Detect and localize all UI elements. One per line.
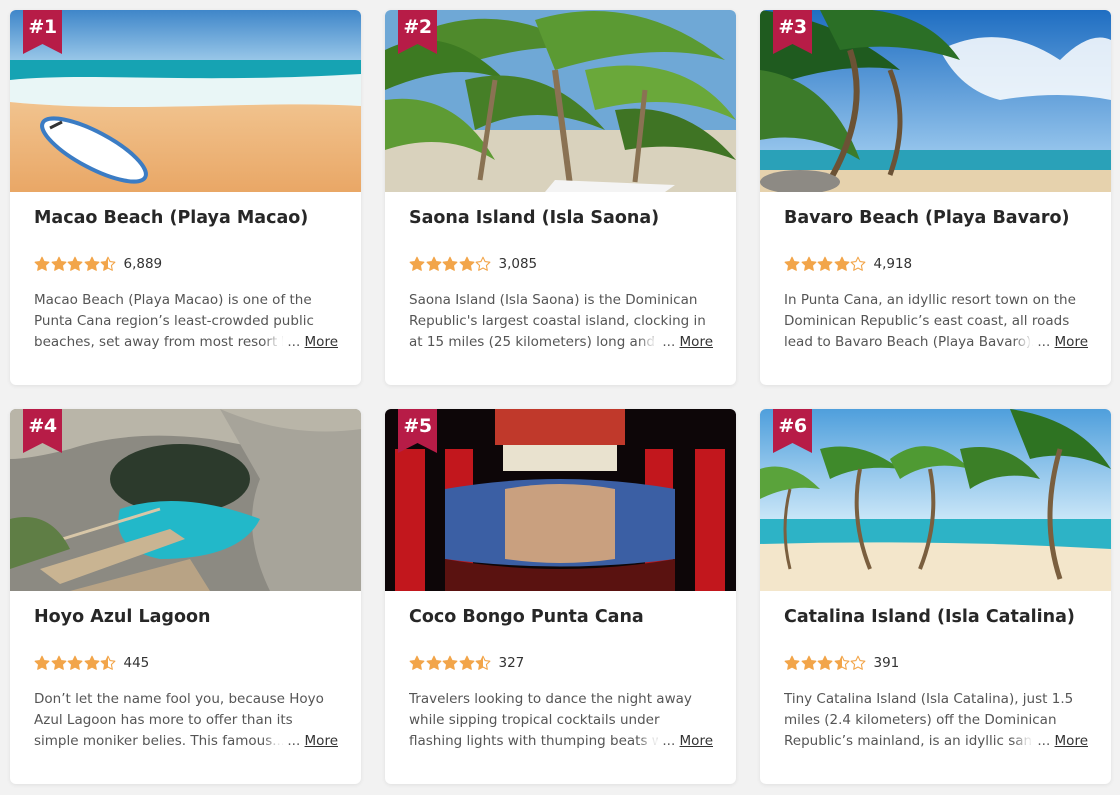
star-rating (34, 655, 117, 671)
more-link[interactable]: More (305, 334, 338, 350)
rating: 327 (409, 655, 524, 671)
star-full-icon (817, 655, 833, 670)
attraction-photo[interactable] (10, 10, 361, 192)
review-count: 4,918 (873, 256, 913, 272)
review-count: 445 (123, 655, 150, 671)
attraction-title[interactable]: Catalina Island (Isla Catalina) (784, 607, 1099, 627)
rank-number: #1 (28, 16, 57, 38)
attraction-photo[interactable] (385, 10, 736, 192)
rank-badge: #6 (773, 409, 812, 453)
star-full-icon (34, 655, 50, 670)
star-rating (784, 655, 867, 671)
star-full-icon (67, 655, 83, 670)
attraction-card[interactable]: #1 Macao Beach (Playa Macao) 6,889 Macao… (10, 10, 361, 385)
attraction-card[interactable]: #2 Saona Island (Isla Saona) 3,085 Saona… (385, 10, 736, 385)
ellipsis: ... (1037, 733, 1051, 749)
rank-number: #3 (778, 16, 807, 38)
star-full-icon (442, 256, 458, 271)
more-container: ... More (658, 332, 713, 353)
more-container: ... More (283, 731, 338, 752)
star-full-icon (442, 655, 458, 670)
rank-badge: #1 (23, 10, 62, 54)
more-link[interactable]: More (1055, 334, 1088, 350)
star-full-icon (817, 256, 833, 271)
attraction-title[interactable]: Saona Island (Isla Saona) (409, 208, 724, 228)
rank-number: #4 (28, 415, 57, 437)
star-rating (34, 256, 117, 272)
attraction-card[interactable]: #3 Bavaro Beach (Playa Bavaro) 4,918 In … (760, 10, 1111, 385)
star-full-icon (784, 256, 800, 271)
star-full-icon (409, 655, 425, 670)
attraction-title[interactable]: Macao Beach (Playa Macao) (34, 208, 349, 228)
attraction-title[interactable]: Hoyo Azul Lagoon (34, 607, 349, 627)
more-container: ... More (658, 731, 713, 752)
rank-badge: #4 (23, 409, 62, 453)
more-link[interactable]: More (680, 733, 713, 749)
attraction-photo[interactable] (760, 409, 1111, 591)
attraction-title[interactable]: Bavaro Beach (Playa Bavaro) (784, 208, 1099, 228)
review-count: 3,085 (498, 256, 538, 272)
ellipsis: ... (287, 334, 301, 350)
attractions-grid: #1 Macao Beach (Playa Macao) 6,889 Macao… (0, 0, 1120, 795)
star-full-icon (51, 655, 66, 670)
rating: 445 (34, 655, 149, 671)
star-empty-icon (850, 256, 866, 271)
star-half-icon (475, 655, 491, 670)
rank-badge: #5 (398, 409, 437, 453)
star-rating (784, 256, 867, 272)
more-link[interactable]: More (680, 334, 713, 350)
rank-badge: #3 (773, 10, 812, 54)
star-full-icon (84, 655, 99, 670)
rating: 3,085 (409, 256, 537, 272)
rank-number: #5 (403, 415, 432, 437)
attraction-title[interactable]: Coco Bongo Punta Cana (409, 607, 724, 627)
review-count: 6,889 (123, 256, 163, 272)
star-full-icon (426, 256, 441, 271)
star-half-icon (100, 655, 116, 670)
star-empty-icon (475, 256, 491, 271)
ellipsis: ... (662, 733, 676, 749)
more-container: ... More (1033, 332, 1088, 353)
attraction-photo[interactable] (760, 10, 1111, 192)
star-full-icon (801, 256, 816, 271)
star-rating (409, 256, 492, 272)
more-container: ... More (283, 332, 338, 353)
ellipsis: ... (662, 334, 676, 350)
star-full-icon (834, 256, 849, 271)
rating: 391 (784, 655, 899, 671)
more-link[interactable]: More (305, 733, 338, 749)
more-link[interactable]: More (1055, 733, 1088, 749)
star-full-icon (67, 256, 83, 271)
star-full-icon (801, 655, 816, 670)
rating: 4,918 (784, 256, 912, 272)
more-container: ... More (1033, 731, 1088, 752)
star-full-icon (409, 256, 425, 271)
star-rating (409, 655, 492, 671)
rank-badge: #2 (398, 10, 437, 54)
rank-number: #2 (403, 16, 432, 38)
star-full-icon (459, 256, 474, 271)
rating: 6,889 (34, 256, 162, 272)
review-count: 327 (498, 655, 525, 671)
star-half-icon (834, 655, 849, 670)
star-full-icon (426, 655, 441, 670)
star-full-icon (459, 655, 474, 670)
star-half-icon (100, 256, 116, 271)
star-full-icon (84, 256, 99, 271)
star-full-icon (51, 256, 66, 271)
star-empty-icon (850, 655, 866, 670)
star-full-icon (34, 256, 50, 271)
ellipsis: ... (1037, 334, 1051, 350)
review-count: 391 (873, 655, 900, 671)
attraction-photo[interactable] (385, 409, 736, 591)
attraction-card[interactable]: #4 Hoyo Azul Lagoon 445 Don’t let the na… (10, 409, 361, 784)
ellipsis: ... (287, 733, 301, 749)
attraction-photo[interactable] (10, 409, 361, 591)
star-full-icon (784, 655, 800, 670)
attraction-card[interactable]: #6 Catalina Island (Isla Catalina) 391 T… (760, 409, 1111, 784)
attraction-card[interactable]: #5 Coco Bongo Punta Cana 327 Travelers l… (385, 409, 736, 784)
rank-number: #6 (778, 415, 807, 437)
